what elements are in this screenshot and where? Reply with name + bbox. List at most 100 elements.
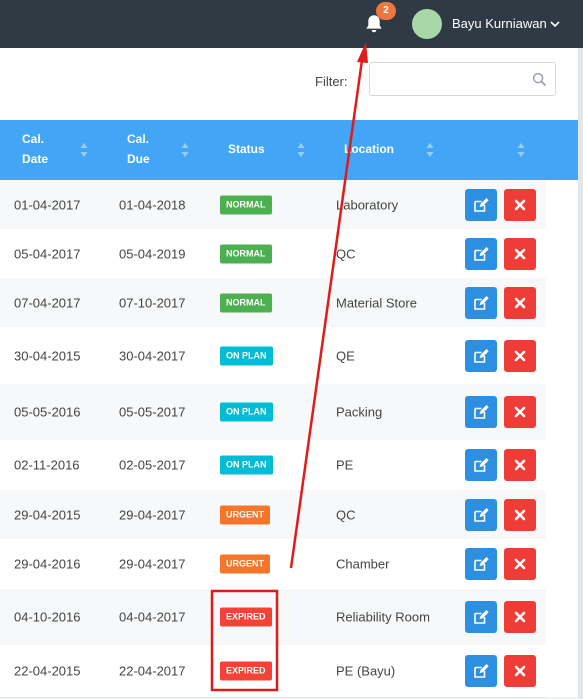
table-row: 01-04-2017 01-04-2018 NORMAL Laboratory	[0, 180, 546, 230]
cal-date-cell: 05-05-2016	[14, 404, 81, 420]
cal-date-cell: 29-04-2016	[14, 556, 81, 572]
column-header-cal-date[interactable]: Cal. Date	[22, 129, 48, 169]
edit-button[interactable]	[465, 548, 497, 580]
table-row: 02-11-2016 02-05-2017 ON PLAN PE	[0, 440, 546, 491]
status-badge: URGENT	[220, 554, 270, 574]
cal-due-cell: 05-04-2019	[119, 246, 186, 261]
edit-button[interactable]	[465, 237, 497, 270]
cal-due-cell: 07-10-2017	[119, 295, 186, 310]
close-icon	[514, 558, 526, 570]
notification-badge[interactable]: 2	[376, 2, 396, 20]
search-icon	[532, 72, 547, 87]
edit-button[interactable]	[465, 286, 497, 319]
edit-icon	[474, 610, 489, 624]
location-cell: Chamber	[336, 556, 390, 572]
table-row: 22-04-2015 22-04-2017 EXPIRED PE (Bayu)	[0, 645, 546, 698]
edit-button[interactable]	[465, 396, 497, 428]
cal-due-cell: 05-05-2017	[119, 404, 186, 420]
column-header-cal-due[interactable]: Cal. Due	[127, 129, 150, 169]
column-header-location[interactable]: Location	[344, 139, 394, 159]
delete-button[interactable]	[504, 498, 536, 531]
table-header: Cal. Date Cal. Due Status Location	[0, 120, 578, 180]
edit-button[interactable]	[465, 601, 497, 633]
cal-due-cell: 22-04-2017	[119, 663, 186, 679]
scrollbar[interactable]	[578, 48, 583, 699]
delete-button[interactable]	[504, 449, 536, 481]
table-panel: Filter: Cal. Date Cal. Due Status Location…	[0, 48, 578, 698]
sort-icon[interactable]	[297, 142, 305, 158]
location-cell: Packing	[336, 404, 383, 420]
edit-button[interactable]	[465, 188, 497, 221]
cal-due-cell: 29-04-2017	[119, 507, 186, 522]
close-icon	[514, 248, 526, 259]
cal-due-cell: 01-04-2018	[119, 197, 186, 212]
close-icon	[514, 509, 526, 520]
edit-icon	[474, 507, 489, 522]
edit-icon	[474, 458, 489, 472]
delete-button[interactable]	[504, 396, 536, 428]
cal-due-cell: 29-04-2017	[119, 556, 186, 572]
edit-icon	[474, 348, 489, 363]
chevron-down-icon[interactable]	[549, 19, 561, 29]
delete-button[interactable]	[504, 286, 536, 319]
status-badge: URGENT	[220, 505, 270, 524]
close-icon	[514, 459, 526, 471]
cal-date-cell: 29-04-2015	[14, 507, 81, 522]
cal-date-cell: 02-11-2016	[14, 457, 80, 473]
cal-due-cell: 04-04-2017	[119, 609, 186, 625]
status-badge: EXPIRED	[220, 607, 272, 627]
cal-date-cell: 22-04-2015	[14, 663, 81, 679]
edit-button[interactable]	[465, 655, 497, 687]
cal-due-cell: 02-05-2017	[119, 457, 186, 473]
edit-button[interactable]	[465, 498, 497, 531]
column-header-status[interactable]: Status	[228, 139, 265, 159]
table-row: 05-04-2017 05-04-2019 NORMAL QC	[0, 229, 546, 279]
delete-button[interactable]	[504, 339, 536, 372]
edit-icon	[474, 295, 489, 310]
location-cell: PE (Bayu)	[336, 663, 396, 679]
delete-button[interactable]	[504, 188, 536, 221]
cal-date-cell: 05-04-2017	[14, 246, 81, 261]
table-row: 05-05-2016 05-05-2017 ON PLAN Packing	[0, 384, 546, 441]
close-icon	[514, 350, 526, 361]
close-icon	[514, 297, 526, 308]
edit-icon	[474, 197, 489, 212]
status-badge: ON PLAN	[220, 346, 273, 365]
edit-icon	[474, 246, 489, 261]
sort-icon[interactable]	[426, 142, 434, 158]
sort-icon[interactable]	[181, 142, 189, 158]
status-badge: ON PLAN	[220, 402, 273, 422]
cal-date-cell: 07-04-2017	[14, 295, 81, 310]
sort-icon[interactable]	[80, 142, 88, 158]
table-row: 07-04-2017 07-10-2017 NORMAL Material Store	[0, 278, 546, 328]
table-row: 29-04-2016 29-04-2017 URGENT Chamber	[0, 539, 546, 590]
delete-button[interactable]	[504, 548, 536, 580]
status-badge: EXPIRED	[220, 661, 272, 681]
status-badge: ON PLAN	[220, 455, 273, 475]
delete-button[interactable]	[504, 237, 536, 270]
sort-icon[interactable]	[517, 142, 525, 158]
close-icon	[514, 199, 526, 210]
edit-button[interactable]	[465, 339, 497, 372]
edit-icon	[474, 664, 489, 678]
close-icon	[514, 665, 526, 677]
delete-button[interactable]	[504, 601, 536, 633]
avatar[interactable]	[412, 9, 442, 39]
filter-label: Filter:	[315, 74, 348, 89]
close-icon	[514, 406, 526, 418]
top-navbar: 2 Bayu Kurniawan	[0, 0, 583, 48]
status-badge: NORMAL	[220, 293, 272, 312]
status-badge: NORMAL	[220, 195, 272, 214]
edit-button[interactable]	[465, 449, 497, 481]
table-row: 30-04-2015 30-04-2017 ON PLAN QE	[0, 327, 546, 385]
edit-icon	[474, 405, 489, 419]
location-cell: QE	[336, 348, 355, 363]
location-cell: QC	[336, 246, 356, 261]
location-cell: Laboratory	[336, 197, 399, 212]
filter-input[interactable]	[369, 62, 556, 96]
location-cell: Reliability Room	[336, 609, 430, 625]
user-name[interactable]: Bayu Kurniawan	[452, 16, 547, 31]
location-cell: PE	[336, 457, 354, 473]
delete-button[interactable]	[504, 655, 536, 687]
edit-icon	[474, 557, 489, 571]
